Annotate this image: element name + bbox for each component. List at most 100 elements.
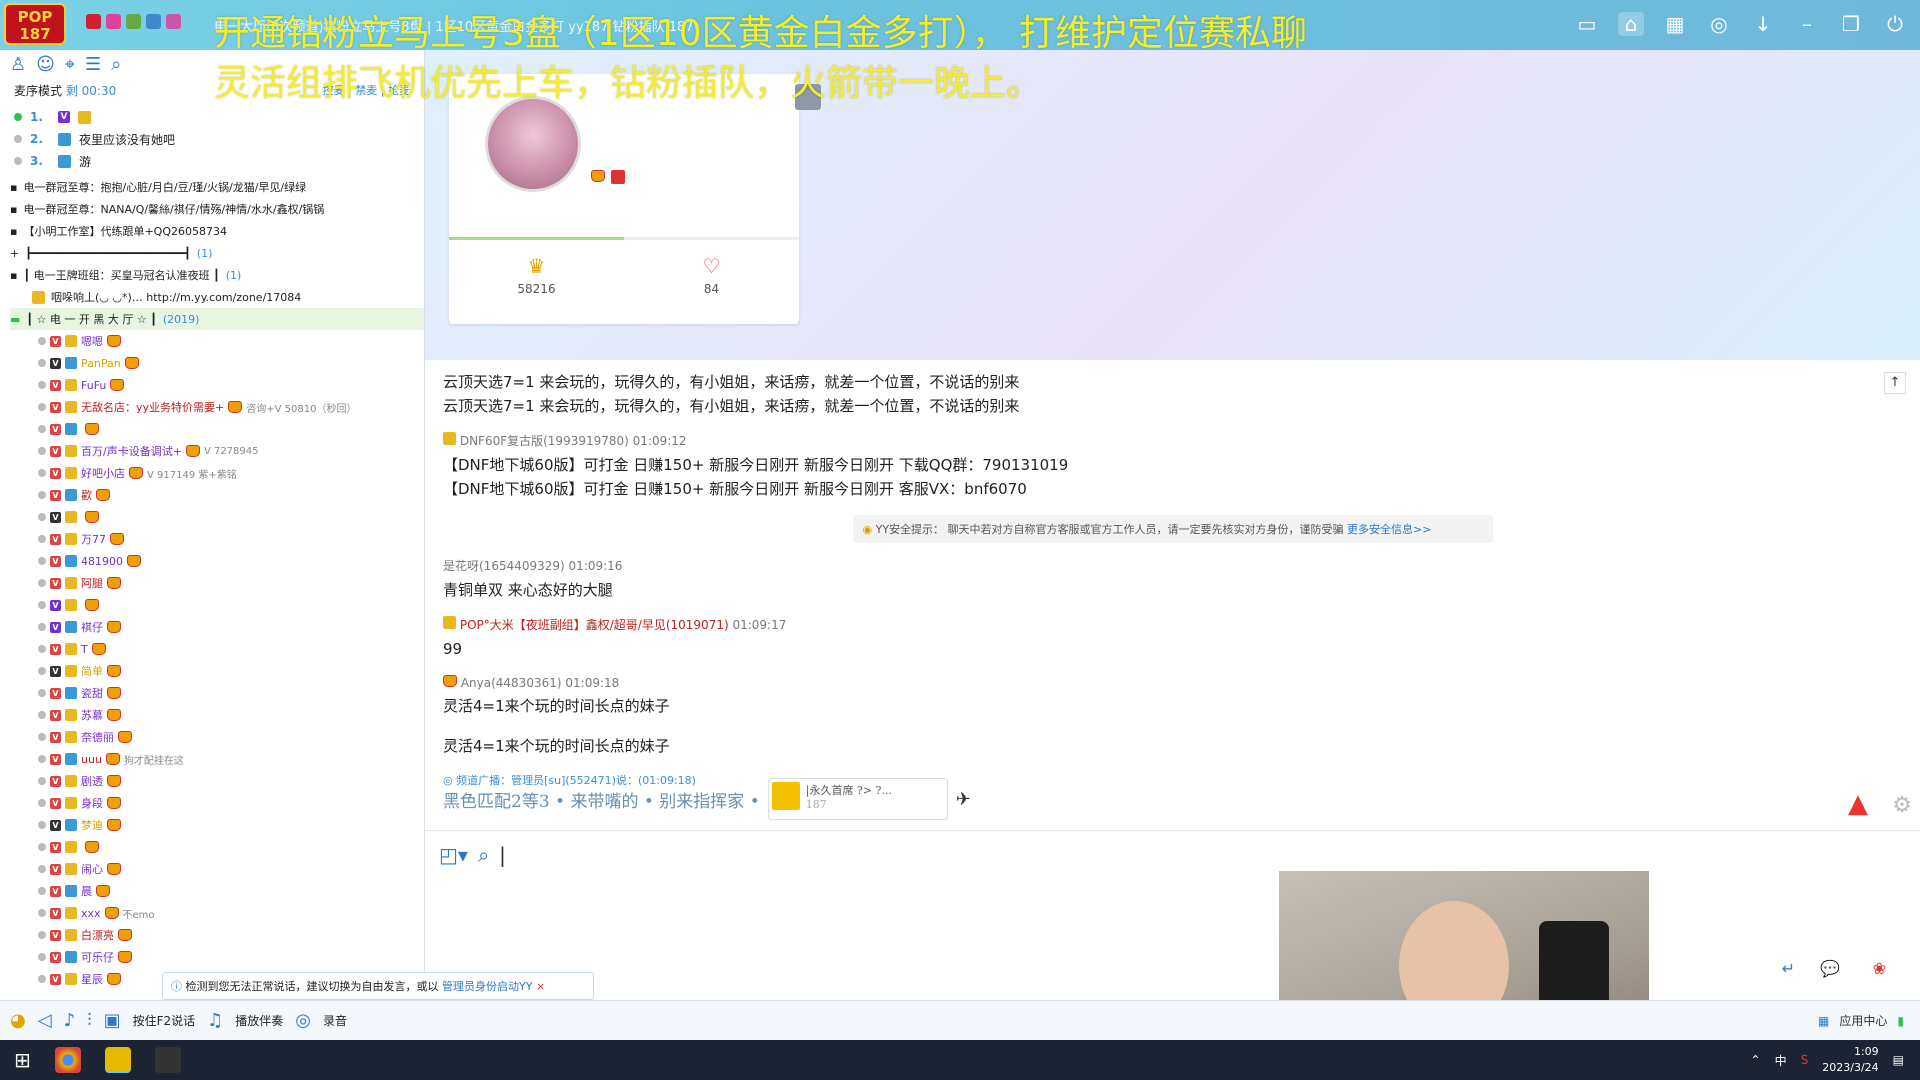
subchannel-item[interactable]: ▪ 【小明工作室】代练跟单+QQ26058734 <box>10 220 424 242</box>
member-item[interactable]: V 百万/声卡设备调试+ V 7278945 <box>0 440 424 462</box>
member-item[interactable]: V 苏慕 <box>0 704 424 726</box>
expand-icon[interactable]: + <box>10 247 19 260</box>
member-item[interactable]: V 万77 <box>0 528 424 550</box>
user-icon[interactable]: ♙ <box>10 54 26 76</box>
member-item[interactable]: V <box>0 836 424 858</box>
gamepad-icon[interactable]: ◰▾ <box>439 843 468 867</box>
sender-name[interactable]: POP°大米【夜班副组】鑫权/超哥/早见(1019071) <box>460 618 729 632</box>
member-item[interactable]: V 可乐仔 <box>0 946 424 968</box>
speaker-icon[interactable]: ◁ <box>38 1010 52 1031</box>
member-item[interactable]: V 剧透 <box>0 770 424 792</box>
record-button[interactable]: 录音 <box>323 1012 347 1029</box>
gamepad-icon[interactable]: ◎ <box>1706 12 1732 36</box>
scroll-top-icon[interactable]: ↑ <box>1884 372 1906 394</box>
member-item[interactable]: V 好吧小店 V 917149 紫+紫铭 <box>0 462 424 484</box>
restore-icon[interactable]: ❐ <box>1838 12 1864 36</box>
member-item[interactable]: V 无敌名店：yy业务特价需要+ 咨询+V 50810（秒回） <box>0 396 424 418</box>
clock[interactable]: 1:09 2023/3/24 <box>1822 1044 1878 1076</box>
subchannel-item[interactable]: ▪ 电一群冠至尊：NANA/Q/馨絲/祺仔/情殇/神情/水水/鑫权/锅锅 <box>10 198 424 220</box>
member-item[interactable]: V 简单 <box>0 660 424 682</box>
badge-icon[interactable] <box>106 14 121 29</box>
settings-icon[interactable]: ⚙ <box>1892 793 1912 818</box>
app-icon[interactable] <box>154 1047 181 1073</box>
channel-logo[interactable]: POP 187 <box>4 3 66 45</box>
member-item[interactable]: V 嗯嗯 <box>0 330 424 352</box>
mic-icon[interactable]: ♪ <box>64 1010 76 1031</box>
play-accompaniment-button[interactable]: 播放伴奏 <box>235 1012 283 1029</box>
subchannel-item[interactable]: + ┣━━━━━━━━━━━━━━━━━━━━━━━┫ (1) <box>10 242 424 264</box>
location-icon[interactable]: ⌖ <box>65 54 75 76</box>
member-item[interactable]: V FuFu <box>0 374 424 396</box>
member-item[interactable]: V 闹心 <box>0 858 424 880</box>
member-item[interactable]: V晨 <box>0 880 424 902</box>
queue-item[interactable]: 1. V <box>14 106 410 128</box>
bubble-icon[interactable]: 💬 <box>1820 959 1840 978</box>
member-item[interactable]: V 481900 <box>0 550 424 572</box>
collapse-icon[interactable]: ▬ <box>10 313 20 326</box>
sender-name[interactable]: DNF60F复古版(1993919780) <box>460 434 629 448</box>
enter-icon[interactable]: ↵ <box>1782 959 1795 978</box>
member-item[interactable]: V 奈德丽 <box>0 726 424 748</box>
member-item[interactable]: V 祺仔 <box>0 616 424 638</box>
member-item[interactable]: V <box>0 418 424 440</box>
app-center-button[interactable]: 应用中心 <box>1839 1012 1887 1029</box>
queue-item[interactable]: 2. 夜里应该没有她吧 <box>14 128 410 150</box>
yy-logo-icon[interactable]: ◕ <box>10 1010 26 1031</box>
list-icon[interactable]: ☰ <box>85 54 101 76</box>
ad-card[interactable]: |永久首席 ?> ?... 187 <box>767 778 948 820</box>
subchannel-member[interactable]: 咽哚响丄(◡ ◡*)… http://m.yy.com/zone/17084 <box>10 286 424 308</box>
antivirus-icon[interactable]: S <box>1801 1053 1809 1067</box>
queue-item[interactable]: 3. 游 <box>14 150 410 172</box>
member-item[interactable]: V 身段 <box>0 792 424 814</box>
push-to-talk-button[interactable]: 按住F2说话 <box>133 1012 196 1029</box>
equalizer-icon[interactable]: ⫶ <box>87 1010 92 1031</box>
sender-name[interactable]: 是花呀(1654409329) <box>443 559 565 573</box>
member-item[interactable]: V 阿腿 <box>0 572 424 594</box>
chrome-icon[interactable] <box>54 1047 81 1073</box>
more-safety-link[interactable]: 更多安全信息>> <box>1347 523 1431 536</box>
notification-icon[interactable]: ▤ <box>1893 1053 1904 1067</box>
chat-icon[interactable]: ☺ <box>36 54 55 76</box>
member-item[interactable]: V 白漂亮 <box>0 924 424 946</box>
record-icon[interactable]: ◎ <box>295 1010 311 1031</box>
yy-app-icon[interactable] <box>104 1047 131 1073</box>
subchannel-item-main-hall[interactable]: ▬ ┃ ☆ 电 一 开 黑 大 厅 ☆ ┃ (2019) <box>10 308 424 330</box>
f2-icon[interactable]: ▣ <box>104 1010 121 1031</box>
home-icon[interactable]: ⌂ <box>1618 12 1644 36</box>
member-item[interactable]: V <box>0 594 424 616</box>
message-input-area[interactable]: ◰▾ ⌕ | ▲ ⚙ ↵ 💬 ❀ <box>425 789 1920 1000</box>
member-item[interactable]: Vuuu 狗才配挂在这 <box>0 748 424 770</box>
subchannel-item[interactable]: ▪ ┃ 电一王牌班组：买皇马冠名认准夜班 ┃ (1) <box>10 264 424 286</box>
flower-icon[interactable]: ❀ <box>1873 959 1886 978</box>
member-item[interactable]: Vxxx 不emo <box>0 902 424 924</box>
grid-icon[interactable]: ▦ <box>1662 12 1688 36</box>
video-icon[interactable]: ▭ <box>1574 12 1600 36</box>
stat-likes[interactable]: ♡ 84 <box>624 254 799 296</box>
subchannel-item[interactable]: ▪ 电一群冠至尊：抱抱/心脏/月白/豆/瑾/火锅/龙猫/早见/绿绿 <box>10 176 424 198</box>
sender-name[interactable]: Anya(44830361) <box>461 676 562 690</box>
member-item[interactable]: V 梦迪 <box>0 814 424 836</box>
rocket-icon[interactable]: ▲ <box>1848 789 1868 819</box>
download-icon[interactable]: ↓ <box>1750 12 1776 36</box>
badge-icon[interactable] <box>146 14 161 29</box>
stat-trophy[interactable]: ♛ 58216 <box>449 254 624 296</box>
app-grid-icon[interactable]: ▦ <box>1818 1014 1829 1028</box>
music-icon[interactable]: ♫ <box>207 1010 223 1031</box>
close-icon[interactable]: × <box>536 980 545 993</box>
search-icon[interactable]: ⌕ <box>111 54 121 76</box>
translate-icon[interactable]: ⌕ <box>478 843 489 867</box>
power-icon[interactable]: ⏻ <box>1882 12 1908 36</box>
plane-icon[interactable]: ✈ <box>956 789 971 810</box>
admin-start-link[interactable]: 管理员身份启动YY <box>442 980 532 993</box>
badge-icon[interactable] <box>86 14 101 29</box>
tray-up-icon[interactable]: ⌃ <box>1751 1053 1761 1067</box>
member-item[interactable]: VT <box>0 638 424 660</box>
badge-icon[interactable] <box>126 14 141 29</box>
ime-indicator[interactable]: 中 <box>1775 1052 1787 1069</box>
member-item[interactable]: V歡 <box>0 484 424 506</box>
member-item[interactable]: V PanPan <box>0 352 424 374</box>
badge-icon[interactable] <box>166 14 181 29</box>
avatar[interactable] <box>485 96 581 192</box>
member-item[interactable]: V 瓷甜 <box>0 682 424 704</box>
minimize-icon[interactable]: – <box>1794 12 1820 36</box>
